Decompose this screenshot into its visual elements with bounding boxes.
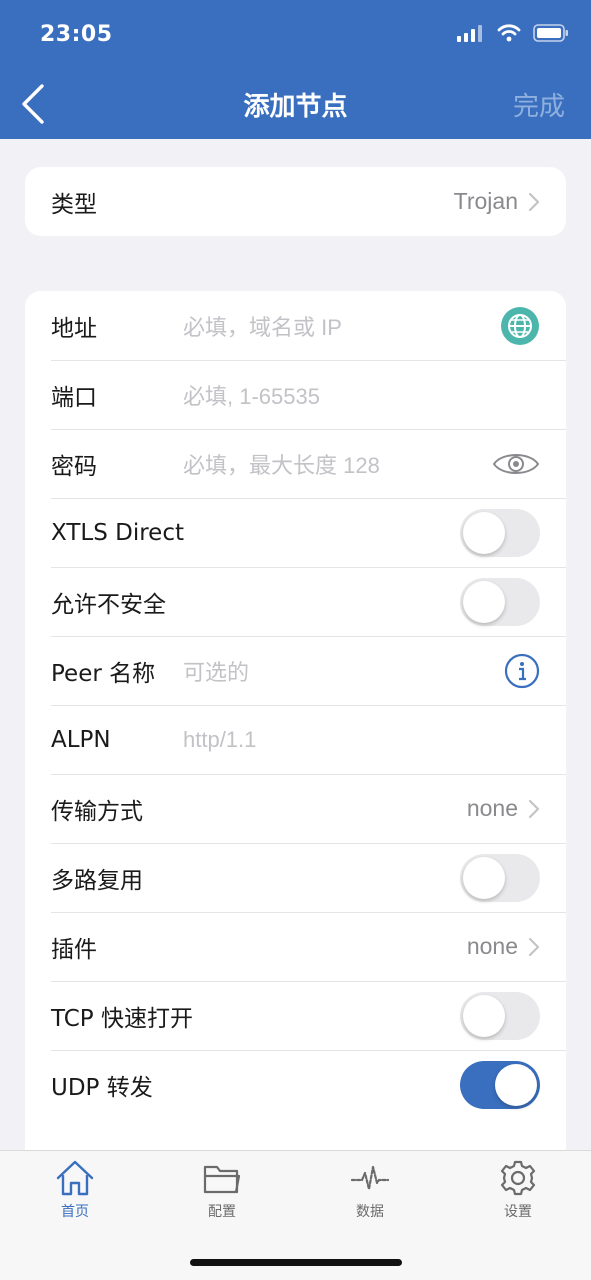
cellular-signal-icon xyxy=(457,25,482,42)
wifi-icon xyxy=(497,24,521,42)
type-value-group: Trojan xyxy=(454,188,540,215)
tcp-fast-open-row: TCP 快速打开 xyxy=(25,981,566,1050)
tab-data-label: 数据 xyxy=(356,1204,384,1220)
tab-config[interactable]: 配置 xyxy=(177,1159,267,1225)
pulse-icon xyxy=(350,1165,390,1191)
tab-settings[interactable]: 设置 xyxy=(473,1159,563,1225)
peer-name-row: Peer 名称 可选的 xyxy=(25,636,566,705)
plugin-value-group: none xyxy=(467,933,540,960)
xtls-direct-row: XTLS Direct xyxy=(25,498,566,567)
allow-insecure-row: 允许不安全 xyxy=(25,567,566,636)
alpn-row: ALPN http/1.1 xyxy=(25,705,566,774)
port-input[interactable]: 必填, 1-65535 xyxy=(183,379,540,411)
globe-button[interactable] xyxy=(500,306,540,346)
info-icon xyxy=(504,653,540,688)
node-form-card: 地址 必填，域名或 IP 端口 必填, 1-65535 密码 必填，最大长度 1… xyxy=(25,291,566,1171)
chevron-right-icon xyxy=(528,192,540,211)
done-button[interactable]: 完成 xyxy=(513,86,565,123)
alpn-input[interactable]: http/1.1 xyxy=(183,727,540,753)
udp-relay-row: UDP 转发 xyxy=(25,1050,566,1119)
type-value: Trojan xyxy=(453,188,518,214)
plugin-value: none xyxy=(466,933,518,959)
tab-home-label: 首页 xyxy=(61,1204,89,1220)
gear-icon xyxy=(500,1160,536,1196)
allow-insecure-toggle[interactable] xyxy=(460,577,540,626)
transport-value: none xyxy=(466,795,518,821)
password-row: 密码 必填，最大长度 128 xyxy=(25,429,566,498)
battery-icon xyxy=(533,24,568,42)
multiplex-label: 多路复用 xyxy=(51,867,143,894)
type-row[interactable]: 类型 Trojan xyxy=(25,167,566,236)
transport-row[interactable]: 传输方式 none xyxy=(25,774,566,843)
nav-header: 23:05 添加节点 完成 xyxy=(0,0,591,139)
folder-icon xyxy=(203,1165,241,1194)
tab-config-label: 配置 xyxy=(208,1204,236,1220)
address-input[interactable]: 必填，域名或 IP xyxy=(183,310,500,342)
udp-relay-toggle[interactable] xyxy=(460,1060,540,1109)
peer-name-info-button[interactable] xyxy=(504,653,540,689)
page-title: 添加节点 xyxy=(243,92,348,122)
multiplex-toggle[interactable] xyxy=(460,853,540,902)
peer-name-input[interactable]: 可选的 xyxy=(183,655,504,687)
udp-relay-label: UDP 转发 xyxy=(51,1074,153,1101)
home-icon xyxy=(56,1160,94,1196)
transport-value-group: none xyxy=(467,795,540,822)
tcp-fast-open-toggle[interactable] xyxy=(460,991,540,1040)
address-row: 地址 必填，域名或 IP xyxy=(25,291,566,360)
address-label: 地址 xyxy=(51,315,97,342)
xtls-direct-toggle[interactable] xyxy=(460,508,540,557)
type-label: 类型 xyxy=(51,191,97,218)
allow-insecure-label: 允许不安全 xyxy=(51,591,166,618)
port-row: 端口 必填, 1-65535 xyxy=(25,360,566,429)
status-icons xyxy=(457,24,569,42)
plugin-label: 插件 xyxy=(51,936,97,963)
password-input[interactable]: 必填，最大长度 128 xyxy=(183,448,492,480)
password-label: 密码 xyxy=(51,453,97,480)
port-label: 端口 xyxy=(51,384,97,411)
multiplex-row: 多路复用 xyxy=(25,843,566,912)
transport-label: 传输方式 xyxy=(51,798,143,825)
globe-icon xyxy=(501,306,539,345)
home-indicator[interactable] xyxy=(190,1259,402,1266)
peer-name-label: Peer 名称 xyxy=(51,660,156,687)
tab-settings-label: 设置 xyxy=(504,1204,532,1220)
reveal-password-button[interactable] xyxy=(492,449,540,479)
type-card: 类型 Trojan xyxy=(25,167,566,236)
status-time: 23:05 xyxy=(40,22,113,47)
chevron-right-icon xyxy=(528,937,540,956)
eye-icon xyxy=(492,453,540,474)
tcp-fast-open-label: TCP 快速打开 xyxy=(51,1005,193,1032)
alpn-label: ALPN xyxy=(51,726,111,753)
chevron-right-icon xyxy=(528,799,540,818)
plugin-row[interactable]: 插件 none xyxy=(25,912,566,981)
xtls-direct-label: XTLS Direct xyxy=(51,519,184,546)
tab-data[interactable]: 数据 xyxy=(325,1159,415,1225)
tab-home[interactable]: 首页 xyxy=(30,1159,120,1225)
